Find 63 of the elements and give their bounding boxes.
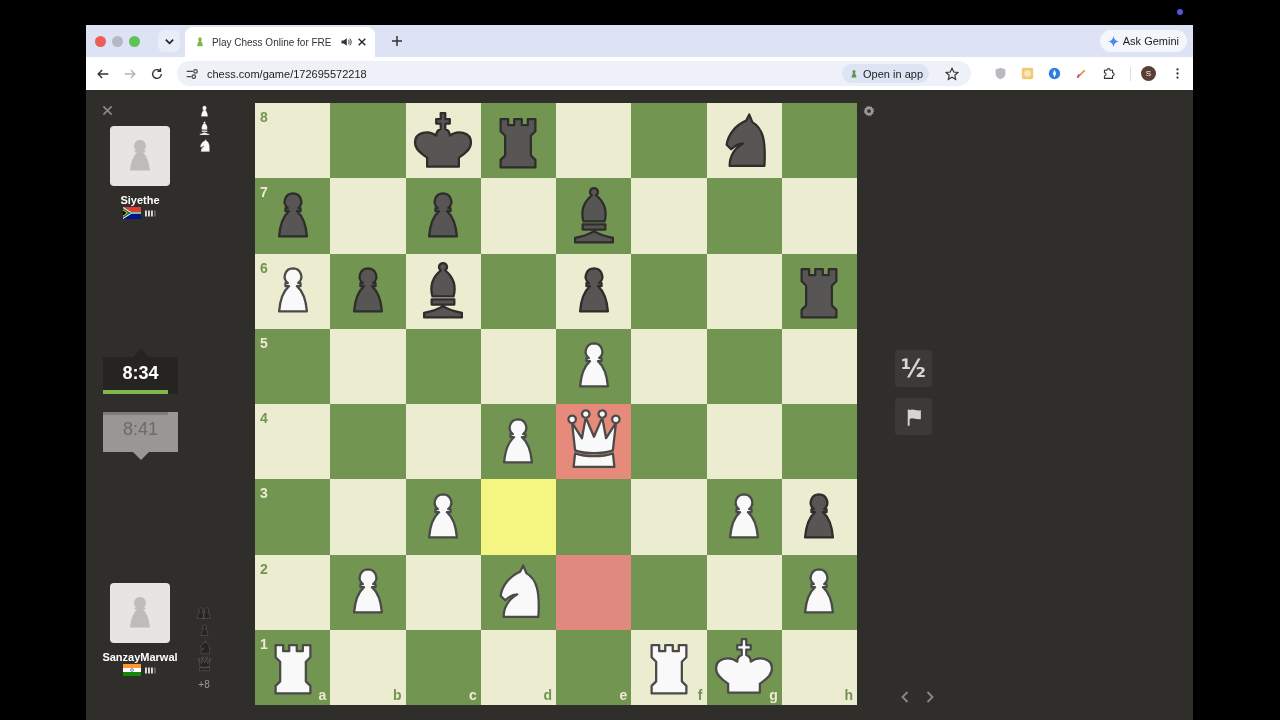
site-settings-icon[interactable] — [185, 66, 199, 81]
rank-label: 2 — [260, 560, 268, 577]
file-label: b — [392, 687, 402, 703]
signal-icon — [145, 209, 157, 217]
board-square[interactable]: 4 — [255, 404, 331, 480]
pencil-icon[interactable] — [1075, 67, 1088, 80]
board-square[interactable]: f — [631, 629, 707, 705]
file-label: f — [697, 687, 703, 703]
rank-label: 8 — [260, 109, 268, 125]
rank-label: 4 — [260, 410, 268, 426]
board-square[interactable]: c — [405, 629, 481, 705]
board-square[interactable]: 8 — [255, 103, 331, 179]
url-text: chess.com/game/172695572218 — [207, 67, 367, 80]
close-window-button[interactable] — [95, 35, 106, 47]
rank-label: 3 — [260, 485, 268, 502]
tab-list-button[interactable] — [158, 30, 180, 52]
board-square[interactable]: e — [556, 629, 632, 705]
next-icon[interactable] — [925, 690, 935, 704]
rank-label: 1 — [260, 635, 268, 652]
open-in-app-button[interactable]: Open in app — [842, 64, 929, 83]
signal-icon — [145, 666, 157, 674]
board-square[interactable]: 1 a — [255, 629, 331, 705]
settings-icon[interactable] — [863, 105, 875, 117]
draw-offer-button[interactable]: ½ — [895, 350, 932, 387]
board-square[interactable]: g — [706, 629, 782, 705]
extension-icon[interactable] — [1048, 67, 1061, 80]
star-icon[interactable] — [945, 66, 959, 81]
file-label: c — [468, 687, 477, 703]
board-square[interactable]: d — [480, 629, 556, 705]
file-label: g — [769, 687, 778, 703]
clock-time: 8:34 — [122, 362, 159, 385]
board-square[interactable]: 5 — [255, 328, 331, 404]
previous-icon[interactable] — [900, 690, 910, 704]
tab-title: Play Chess Online for FRE — [212, 36, 332, 48]
file-label: e — [619, 687, 628, 703]
file-label: a — [318, 687, 327, 703]
player-name[interactable]: Siyethe — [120, 194, 160, 206]
rank-label: 7 — [260, 184, 268, 201]
material-advantage: +8 — [198, 679, 210, 690]
board-square[interactable]: b — [330, 629, 406, 705]
rank-label: 6 — [260, 259, 268, 276]
player-name[interactable]: SanzayMarwal — [102, 651, 178, 663]
reload-icon[interactable] — [150, 66, 164, 81]
browser-tab[interactable]: Play Chess Online for FRE — [185, 27, 375, 57]
file-label: h — [844, 687, 853, 703]
board-square[interactable]: 2 — [255, 554, 331, 630]
board-square[interactable]: 7 — [255, 178, 331, 254]
close-icon[interactable] — [356, 37, 367, 47]
profile-button[interactable]: S — [1141, 66, 1156, 81]
address-field[interactable]: chess.com/game/172695572218 Open in app — [177, 61, 971, 86]
sparkle-icon — [1107, 35, 1119, 47]
board-square[interactable]: 3 — [255, 479, 331, 555]
speaker-icon[interactable] — [339, 36, 352, 48]
ask-gemini-button[interactable]: Ask Gemini — [1099, 30, 1187, 52]
puzzle-icon[interactable] — [1102, 67, 1115, 80]
new-tab-icon[interactable] — [390, 35, 403, 47]
status-dot — [1177, 9, 1183, 15]
chess-board[interactable]: 8 7 6 5 4 3 2 1 a b c d e f g h — [255, 103, 857, 705]
board-square[interactable]: 6 — [255, 253, 331, 329]
rank-label: 5 — [260, 334, 268, 351]
file-label: d — [543, 687, 552, 703]
resign-button[interactable] — [895, 398, 932, 435]
board-square[interactable]: h — [781, 629, 857, 705]
